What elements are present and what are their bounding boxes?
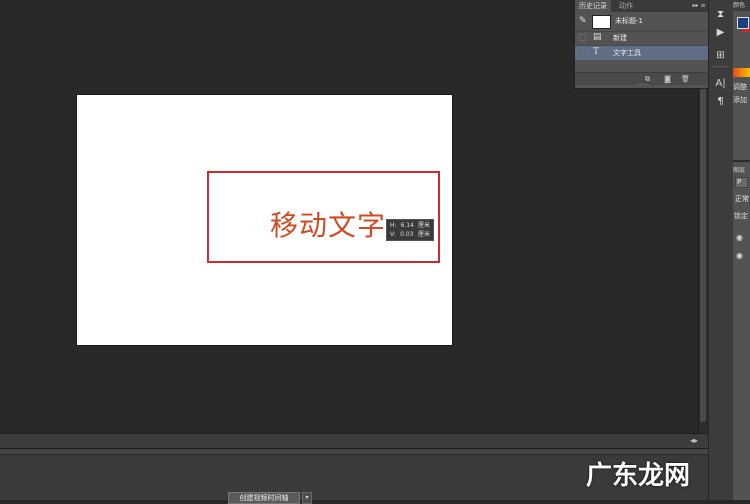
eye-icon[interactable]: ◉	[736, 233, 743, 242]
collapse-icon[interactable]: ◂▸	[687, 435, 701, 446]
tab-color[interactable]: 颜色	[733, 0, 750, 11]
tab-actions[interactable]: 动作	[615, 0, 637, 12]
panel-separator	[733, 160, 750, 162]
history-snapshot[interactable]: ✎ 未标题-1	[575, 12, 708, 32]
bottom-panel-header: ◂▸	[0, 433, 708, 449]
snapshot-thumbnail	[592, 15, 611, 29]
history-brush-icon[interactable]: ✎	[579, 16, 587, 26]
history-source-checkbox[interactable]	[579, 49, 586, 56]
panel-menu-icon[interactable]: ▸▸ ≡	[692, 0, 706, 12]
history-panel: 历史记录 动作 ▸▸ ≡ ✎ 未标题-1 ▤ 新建 T 文字工具 ⧉ ◙ 🗑	[574, 0, 708, 89]
tooltip-v-label: V:	[390, 231, 396, 238]
text-tool-icon: T	[593, 47, 600, 57]
tooltip-h-label: H:	[390, 222, 397, 229]
play-action-icon[interactable]: ▶	[712, 25, 729, 40]
create-video-timeline-button[interactable]: 创建视频时间轴	[228, 492, 300, 504]
history-panel-icon[interactable]: ⧗	[712, 7, 729, 22]
history-state-text-tool[interactable]: T 文字工具	[575, 46, 708, 60]
document-icon: ▤	[593, 32, 602, 42]
camera-icon[interactable]: ◙	[662, 74, 673, 84]
history-state-new[interactable]: ▤ 新建	[575, 31, 708, 46]
paragraph-panel-icon[interactable]: ¶	[712, 94, 729, 109]
lock-label: 锁定	[734, 212, 748, 220]
eye-icon[interactable]: ◉	[736, 251, 743, 260]
foreground-color-swatch[interactable]	[737, 17, 749, 29]
trash-icon[interactable]: 🗑	[680, 74, 691, 84]
canvas-text-layer[interactable]: 移动文字	[270, 204, 386, 244]
snapshot-label: 未标题-1	[615, 17, 643, 25]
blend-mode-select[interactable]: 正常	[735, 194, 749, 204]
new-document-from-state-icon[interactable]: ⧉	[642, 74, 653, 84]
history-state-label: 新建	[613, 34, 627, 42]
watermark: 广东龙网	[586, 461, 691, 491]
add-adjustment-label: 添加	[733, 96, 747, 104]
tooltip-v-unit: 厘米	[417, 231, 430, 238]
dock-separator	[712, 66, 729, 67]
panel-icon-dock: ⧗ ▶ ⊞ A| ¶	[708, 0, 734, 500]
tooltip-h-unit: 厘米	[417, 222, 430, 229]
tab-history[interactable]: 历史记录	[575, 0, 611, 12]
panel-resize-grip[interactable]	[637, 84, 647, 88]
tooltip-h-value: 6.14	[400, 222, 414, 229]
layer-kind-filter[interactable]: P	[735, 177, 748, 188]
character-panel-icon[interactable]: A|	[712, 76, 729, 91]
properties-icon[interactable]: ⊞	[712, 48, 729, 63]
color-ramp[interactable]	[733, 68, 750, 77]
right-panel-group: 颜色 调整 添加 图层 P 正常 锁定 ◉ ◉	[733, 0, 750, 500]
history-panel-tabbar: 历史记录 动作 ▸▸ ≡	[575, 0, 708, 12]
tooltip-v-value: 0.03	[400, 231, 414, 238]
adjustments-label: 调整	[733, 83, 747, 91]
history-source-checkbox[interactable]	[579, 34, 586, 41]
move-offset-tooltip: H: 6.14 厘米 V: 0.03 厘米	[386, 219, 434, 241]
timeline-dropdown-arrow[interactable]: ▾	[302, 492, 312, 504]
tab-layers[interactable]: 图层	[733, 165, 745, 174]
history-state-label: 文字工具	[613, 49, 641, 57]
